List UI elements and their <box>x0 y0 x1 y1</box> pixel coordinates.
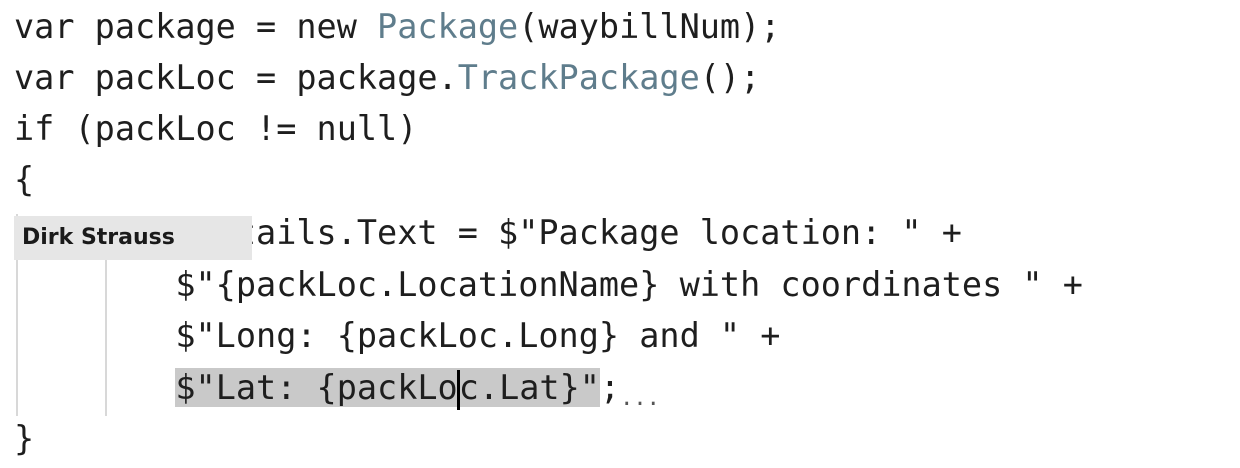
code-line-2[interactable]: var packLoc = package.TrackPackage(); <box>14 53 760 103</box>
code-editor[interactable]: var package = new Package(waybillNum); v… <box>0 0 1240 468</box>
code-text: var package = new <box>14 7 378 46</box>
collaborator-author-tag: Dirk Strauss <box>14 216 252 260</box>
code-line-7[interactable]: $"Long: {packLoc.Long} and " + <box>14 311 780 361</box>
code-text: (waybillNum); <box>518 7 781 46</box>
method-name-trackpackage: TrackPackage <box>457 58 700 97</box>
selected-text[interactable]: $"Lat: {packLoc.Lat}" <box>175 368 600 410</box>
more-ellipsis-icon[interactable]: ... <box>620 386 660 411</box>
code-text: var packLoc = package. <box>14 58 458 97</box>
code-text: ; <box>599 368 621 407</box>
code-line-3[interactable]: if (packLoc != null) <box>14 104 417 154</box>
selected-text-after-caret: c.Lat}" <box>458 368 600 407</box>
type-name-package: Package <box>377 7 519 46</box>
code-line-4[interactable]: { <box>14 155 34 205</box>
code-line-8[interactable]: $"Lat: {packLoc.Lat}";... <box>14 363 660 413</box>
code-text: (); <box>699 58 761 97</box>
code-line-1[interactable]: var package = new Package(waybillNum); <box>14 2 780 52</box>
code-line-9[interactable]: } <box>14 414 34 464</box>
selected-text-before-caret: $"Lat: {packLo <box>175 368 458 407</box>
code-line-6[interactable]: $"{packLoc.LocationName} with coordinate… <box>14 260 1083 310</box>
